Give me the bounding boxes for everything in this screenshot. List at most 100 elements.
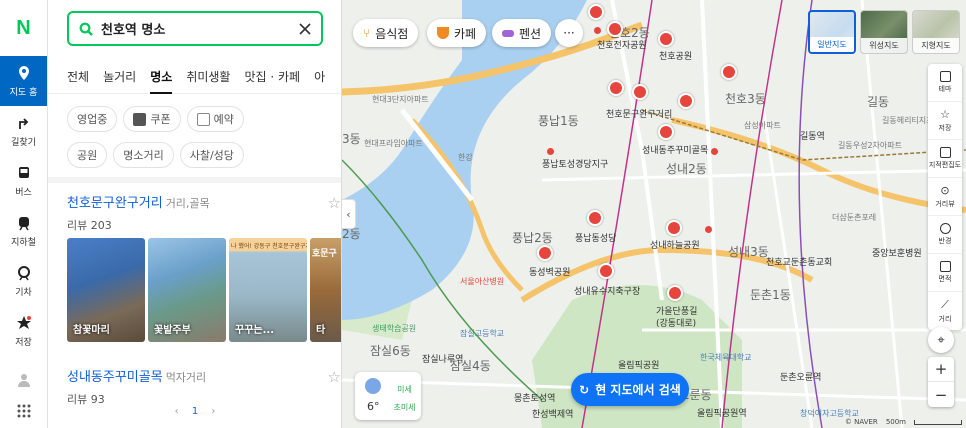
result-reviews: 리뷰 93 [67, 393, 105, 406]
collapse-panel-button[interactable]: ‹ [342, 199, 356, 229]
nav-train[interactable]: 기차 [0, 256, 47, 306]
section-divider [48, 177, 341, 183]
attraction-pin[interactable] [598, 263, 614, 279]
chevron-left-icon: ‹ [346, 207, 351, 221]
weather-widget[interactable]: 6° 미세 초미세 [355, 372, 421, 420]
directions-icon [18, 117, 28, 129]
more-apps-button[interactable] [0, 394, 48, 428]
chip-coupon[interactable]: 쿠폰 [123, 106, 181, 132]
place-dot[interactable] [711, 148, 718, 155]
poi-label: 천호전자공원 [597, 41, 647, 51]
attraction-pin[interactable] [658, 124, 674, 140]
streetview-pin-icon: ⊙ [940, 184, 950, 197]
attraction-pin[interactable] [678, 93, 694, 109]
tab-attractions[interactable]: 명소 [150, 68, 173, 94]
tool-label: 저장 [938, 124, 952, 132]
attraction-pin[interactable] [667, 285, 683, 301]
search-input[interactable]: 천호역 명소 [101, 19, 299, 38]
tool-distance[interactable]: ⟋ 거리 [928, 292, 962, 330]
result-photos[interactable]: 참꽃마리 꽃밭주부 나 했어! 강동구 천호문구완구거리 꾸꾸는... 호문구 … [67, 238, 341, 342]
photo-thumbnail[interactable]: 호문구 타 [310, 238, 341, 342]
poi-label: 올림픽공원 [618, 361, 660, 371]
prev-page-icon[interactable]: ‹ [175, 406, 179, 417]
result-title[interactable]: 천호문구완구거리 [67, 196, 163, 211]
layer-terrain[interactable]: 지형지도 [912, 10, 960, 54]
profile-button[interactable] [0, 366, 48, 394]
result-item[interactable]: 천호문구완구거리 거리,골목 리뷰 203 ☆ [67, 192, 341, 233]
layer-normal[interactable]: 일반지도 [808, 10, 856, 54]
map-label: 성내2동 [666, 162, 707, 176]
map-filter-cafe[interactable]: 카페 [427, 19, 487, 47]
bookmark-star-icon[interactable]: ☆ [328, 368, 341, 386]
filter-label: 음식점 [375, 26, 409, 41]
chip-reservation[interactable]: 예약 [186, 106, 244, 132]
tool-streetview[interactable]: ⊙ 거리뷰 [928, 178, 962, 216]
tool-label: 지적편집도 [928, 161, 962, 169]
naver-logo[interactable]: N [0, 0, 47, 56]
place-dot[interactable] [705, 226, 712, 233]
attraction-pin[interactable] [632, 84, 648, 100]
result-item[interactable]: 성내동주꾸미골목 먹자거리 리뷰 93 ☆ [67, 366, 341, 407]
tab-all[interactable]: 전체 [67, 68, 89, 85]
zoom-out-button[interactable]: − [928, 382, 954, 407]
map-canvas[interactable]: 천호2동 천호3동 길동 풍납1동 성내2동 풍납2동 성내3동 둔촌1동 잠실… [342, 0, 966, 428]
place-dot[interactable] [594, 27, 601, 34]
tab-hobby[interactable]: 취미생활 [186, 68, 230, 85]
attraction-pin[interactable] [608, 80, 624, 96]
map-filter-restaurant[interactable]: ⑂ 음식점 [353, 19, 419, 47]
attraction-pin[interactable] [537, 245, 553, 261]
chip-street[interactable]: 명소거리 [113, 142, 174, 168]
building-label: 현대프라임아파트 [364, 139, 423, 148]
chip-park[interactable]: 공원 [67, 142, 108, 168]
attraction-pin[interactable] [587, 210, 603, 226]
result-title[interactable]: 성내동주꾸미골목 [67, 370, 163, 385]
attraction-pin[interactable] [607, 21, 623, 37]
my-location-button[interactable]: ⌖ [928, 327, 954, 353]
attraction-pin[interactable] [721, 64, 737, 80]
tool-area[interactable]: 면적 [928, 254, 962, 292]
tab-food-cafe[interactable]: 맛집 · 카페 [244, 68, 300, 85]
chip-temple-church[interactable]: 사찰/성당 [179, 142, 244, 168]
clear-icon[interactable] [299, 22, 311, 35]
tab-fun[interactable]: 놀거리 [103, 68, 136, 85]
nav-map-home[interactable]: 지도 홈 [0, 56, 47, 106]
place-dot[interactable] [547, 148, 554, 155]
calendar-icon [196, 112, 210, 126]
current-page[interactable]: 1 [192, 406, 198, 417]
nav-saved[interactable]: 저장 [0, 306, 47, 356]
star-icon: ☆ [940, 108, 950, 121]
search-this-area-button[interactable]: ↻ 현 지도에서 검색 [571, 373, 689, 406]
user-icon [18, 374, 30, 387]
tool-radius[interactable]: 반경 [928, 216, 962, 254]
category-tabs: 전체 놀거리 명소 취미생활 맛집 · 카페 아 [48, 60, 341, 94]
poi-label: 성내유수지축구장 [574, 287, 641, 297]
tool-save[interactable]: ☆ 저장 [928, 102, 962, 140]
tab-more[interactable]: 아 [314, 68, 325, 85]
fork-icon: ⑂ [363, 26, 371, 40]
poi-label: 천호공원 [659, 52, 693, 62]
tool-cadastral[interactable]: 지적편집도 [928, 140, 962, 178]
map-filter-pension[interactable]: 펜션 [492, 19, 552, 47]
map-filter-more[interactable]: ··· [555, 19, 583, 47]
nav-subway[interactable]: 지하철 [0, 206, 47, 256]
attraction-pin[interactable] [658, 31, 674, 47]
nav-directions[interactable]: 길찾기 [0, 106, 47, 156]
zoom-in-button[interactable]: + [928, 357, 954, 382]
map-tools: 테마 ☆ 저장 지적편집도 ⊙ 거리뷰 반경 면적 ⟋ 거리 [928, 64, 962, 330]
attraction-pin[interactable] [588, 4, 604, 20]
pagination: ‹ 1 › [48, 406, 341, 417]
photo-thumbnail[interactable]: 참꽃마리 [67, 238, 145, 342]
search-icon [79, 22, 93, 36]
photo-thumbnail[interactable]: 꽃밭주부 [148, 238, 226, 342]
layer-satellite[interactable]: 위성지도 [860, 10, 908, 54]
tool-theme[interactable]: 테마 [928, 64, 962, 102]
bookmark-star-icon[interactable]: ☆ [328, 194, 341, 212]
poi-label: 올림픽공원역 [697, 409, 747, 419]
photo-thumbnail[interactable]: 나 했어! 강동구 천호문구완구거리 꾸꾸는... [229, 238, 307, 342]
search-box[interactable]: 천호역 명소 [67, 11, 323, 46]
chip-open-now[interactable]: 영업중 [67, 106, 118, 132]
nav-bus[interactable]: 버스 [0, 156, 47, 206]
attraction-pin[interactable] [666, 220, 682, 236]
chip-label: 쿠폰 [150, 113, 171, 126]
next-page-icon[interactable]: › [211, 406, 215, 417]
